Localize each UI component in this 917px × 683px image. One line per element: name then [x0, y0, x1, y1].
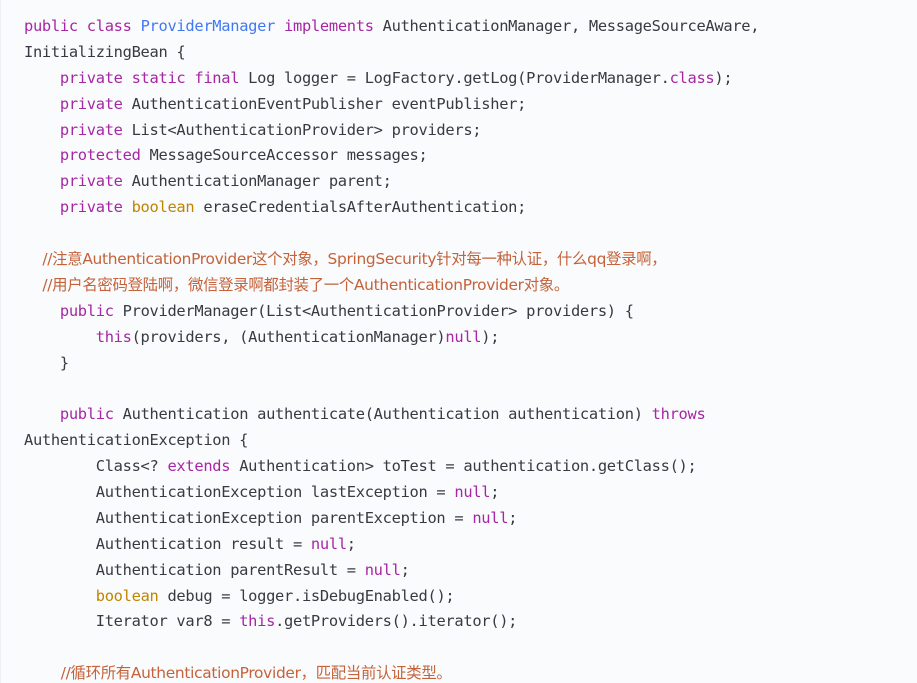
code-token: AuthenticationException {: [24, 431, 249, 450]
code-token: AuthenticationManager parent;: [131, 172, 392, 191]
code-token: }: [24, 353, 69, 372]
code-token: Log logger = LogFactory.getLog(ProviderM…: [248, 68, 670, 87]
code-line: }: [24, 351, 759, 377]
code-token: Authentication result =: [24, 534, 311, 553]
code-token: MessageSourceAccessor messages;: [149, 146, 428, 165]
code-token: null: [364, 560, 401, 579]
code-token: Authentication> toTest = authentication.…: [230, 457, 697, 476]
code-token: null: [472, 508, 509, 527]
code-token: null: [310, 534, 347, 553]
code-token: private: [24, 198, 132, 217]
code-token: eraseCredentialsAfterAuthentication;: [194, 198, 527, 217]
code-token: implements: [275, 17, 383, 35]
code-token: (providers, (AuthenticationManager): [131, 327, 446, 346]
code-token: ProviderManager(List<AuthenticationProvi…: [122, 301, 634, 320]
code-token: ;: [346, 534, 356, 553]
code-line: Authentication result = null;: [24, 532, 759, 558]
code-line: private boolean eraseCredentialsAfterAut…: [24, 195, 759, 221]
code-comment: //用户名密码登陆啊，微信登录啊都封装了一个AuthenticationProv…: [24, 275, 569, 294]
code-token: boolean: [95, 586, 159, 605]
code-comment: //循环所有AuthenticationProvider，匹配当前认证类型。: [24, 664, 452, 683]
code-token: private: [24, 120, 132, 139]
code-token: private static final: [24, 68, 249, 87]
code-line: AuthenticationException {: [24, 428, 759, 454]
code-token: null: [454, 483, 491, 502]
code-token: this: [239, 612, 276, 631]
code-token: protected: [24, 146, 150, 165]
code-token: boolean: [131, 198, 195, 217]
code-token: );: [714, 68, 733, 87]
code-token: private: [24, 94, 132, 113]
code-token: class: [669, 68, 715, 87]
code-token: ;: [490, 483, 500, 502]
code-token: Authentication parentResult =: [24, 560, 365, 579]
code-token: Iterator var8 =: [24, 612, 240, 631]
code-token: private: [24, 172, 132, 191]
code-line: public class ProviderManager implements …: [24, 14, 760, 40]
code-token: this: [24, 327, 132, 346]
code-line: //用户名密码登陆啊，微信登录啊都封装了一个AuthenticationProv…: [24, 273, 759, 299]
code-line: private AuthenticationEventPublisher eve…: [24, 92, 759, 118]
code-token: extends: [167, 457, 231, 476]
code-line: this(providers, (AuthenticationManager)n…: [24, 325, 759, 351]
code-block: public class ProviderManager implements …: [0, 0, 917, 683]
code-token: );: [481, 327, 500, 346]
code-line: Class<? extends Authentication> toTest =…: [24, 454, 759, 480]
code-token: AuthenticationEventPublisher eventPublis…: [131, 94, 527, 113]
code-token: AuthenticationManager, MessageSourceAwar…: [382, 17, 760, 35]
code-token: InitializingBean {: [24, 42, 186, 61]
code-token: .getProviders().iterator();: [275, 612, 518, 631]
code-lines: public class ProviderManager implements …: [24, 14, 760, 683]
code-line: //循环所有AuthenticationProvider，匹配当前认证类型。: [24, 661, 759, 683]
code-token: public: [24, 405, 123, 424]
code-token: AuthenticationException parentException …: [24, 508, 473, 527]
code-line: private static final Log logger = LogFac…: [24, 66, 759, 92]
code-line: private AuthenticationManager parent;: [24, 169, 759, 195]
code-token: Class<?: [24, 457, 168, 476]
code-line: private List<AuthenticationProvider> pro…: [24, 118, 759, 144]
code-token: List<AuthenticationProvider> providers;: [131, 120, 482, 139]
code-line: AuthenticationException parentException …: [24, 506, 759, 532]
code-comment: //注意AuthenticationProvider这个对象，SpringSec…: [24, 250, 667, 269]
code-line: Authentication parentResult = null;: [24, 558, 759, 584]
code-line: boolean debug = logger.isDebugEnabled();: [24, 584, 759, 610]
code-token: AuthenticationException lastException =: [24, 483, 455, 502]
code-token: ProviderManager: [140, 17, 276, 35]
code-line: public ProviderManager(List<Authenticati…: [24, 299, 759, 325]
code-line: AuthenticationException lastException = …: [24, 480, 759, 506]
code-line: public Authentication authenticate(Authe…: [24, 402, 759, 428]
code-line: //注意AuthenticationProvider这个对象，SpringSec…: [24, 247, 759, 273]
code-token: public: [24, 301, 123, 320]
code-token: ;: [508, 508, 518, 527]
code-token: ;: [400, 560, 410, 579]
code-token: throws: [651, 405, 706, 424]
code-line: InitializingBean {: [24, 40, 759, 66]
code-line: Iterator var8 = this.getProviders().iter…: [24, 609, 759, 635]
code-token: public class: [24, 17, 141, 35]
code-token: null: [445, 327, 482, 346]
code-line: protected MessageSourceAccessor messages…: [24, 143, 759, 169]
code-token: debug = logger.isDebugEnabled();: [158, 586, 455, 605]
code-token: Authentication authenticate(Authenticati…: [122, 405, 652, 424]
